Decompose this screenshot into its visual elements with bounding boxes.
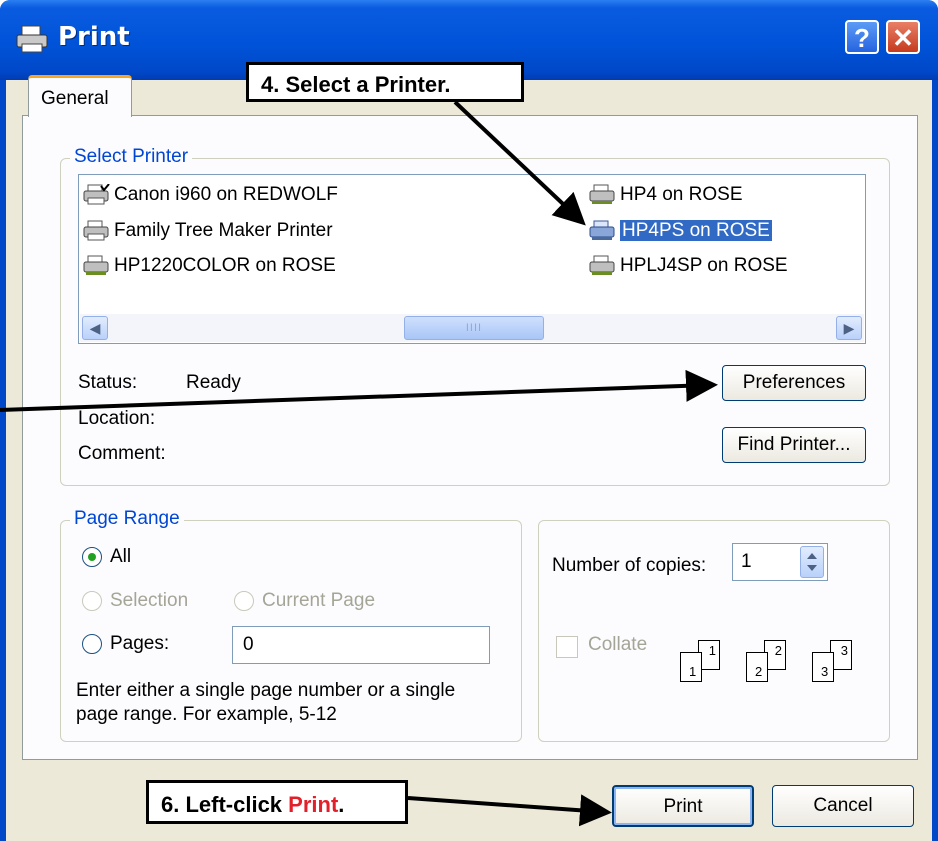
step4-callout: 4. Select a Printer. xyxy=(246,62,524,102)
print-button[interactable]: Print xyxy=(612,785,754,827)
comment-label: Comment: xyxy=(78,443,166,464)
printer-label: HP4 on ROSE xyxy=(620,184,743,206)
copies-spinner[interactable] xyxy=(800,546,824,578)
printer-item-selected[interactable]: HP4PS on ROSE xyxy=(588,220,772,246)
status-value: Ready xyxy=(186,372,241,393)
printer-label: HP4PS on ROSE xyxy=(620,220,772,242)
page-range-label: Page Range xyxy=(70,508,184,530)
radio-pages-label: Pages: xyxy=(110,633,170,654)
find-printer-button[interactable]: Find Printer... xyxy=(722,427,866,463)
printer-item[interactable]: HP4 on ROSE xyxy=(588,184,743,210)
printer-label: HP1220COLOR on ROSE xyxy=(114,255,336,277)
printer-label: Canon i960 on REDWOLF xyxy=(114,184,338,206)
printer-item[interactable]: HP1220COLOR on ROSE xyxy=(82,255,336,281)
printer-item[interactable]: Family Tree Maker Printer xyxy=(82,220,333,246)
tab-general[interactable]: General xyxy=(28,75,132,117)
scroll-left-button[interactable]: ◀ xyxy=(82,316,108,340)
collate-page-front: 3 xyxy=(812,652,834,682)
network-printer-icon xyxy=(83,255,109,275)
tab-general-label: General xyxy=(41,88,109,109)
cancel-button[interactable]: Cancel xyxy=(772,785,914,827)
step6-text: 6. Left-click xyxy=(161,792,289,817)
radio-all-label: All xyxy=(110,546,132,567)
collate-checkbox[interactable] xyxy=(556,636,578,658)
window-title: Print xyxy=(58,22,130,52)
copies-label: Number of copies: xyxy=(552,555,707,576)
printer-item[interactable]: Canon i960 on REDWOLF xyxy=(82,184,338,210)
page-range-hint-2: page range. For example, 5-12 xyxy=(76,704,337,725)
radio-selection-label: Selection xyxy=(110,590,189,611)
step6-callout: 6. Left-click Print. xyxy=(146,780,408,824)
status-label: Status: xyxy=(78,372,138,393)
collate-illustration-icon: 1 1 2 2 3 3 xyxy=(678,628,878,688)
radio-current-page[interactable] xyxy=(234,591,254,611)
collate-page-front: 2 xyxy=(746,652,768,682)
network-printer-icon xyxy=(589,255,615,275)
help-button[interactable]: ? xyxy=(845,20,879,54)
printer-icon xyxy=(83,220,109,241)
printer-label: HPLJ4SP on ROSE xyxy=(620,255,788,277)
close-button[interactable]: ✕ xyxy=(886,20,920,54)
collate-label: Collate xyxy=(588,634,648,655)
step6-emphasis: Print xyxy=(288,792,339,817)
collate-page-front: 1 xyxy=(680,652,702,682)
pages-input[interactable]: 0 xyxy=(232,626,490,664)
radio-selection[interactable] xyxy=(82,591,102,611)
network-printer-icon xyxy=(589,184,615,204)
printer-item[interactable]: HPLJ4SP on ROSE xyxy=(588,255,788,281)
printer-label: Family Tree Maker Printer xyxy=(114,220,333,242)
printer-icon xyxy=(16,25,48,53)
printer-default-icon xyxy=(83,184,110,205)
step6-suffix: . xyxy=(338,792,345,817)
radio-pages[interactable] xyxy=(82,634,102,654)
preferences-button[interactable]: Preferences xyxy=(722,365,866,401)
location-label: Location: xyxy=(78,408,156,429)
scroll-thumb[interactable]: IIII xyxy=(404,316,544,340)
radio-current-page-label: Current Page xyxy=(262,590,376,611)
scroll-right-button[interactable]: ▶ xyxy=(836,316,862,340)
network-printer-icon xyxy=(589,220,615,240)
radio-all[interactable] xyxy=(82,547,102,567)
select-printer-label: Select Printer xyxy=(70,146,193,168)
radio-dot xyxy=(88,553,96,561)
spin-arrows-icon xyxy=(807,553,817,571)
page-range-hint-1: Enter either a single page number or a s… xyxy=(76,680,456,701)
